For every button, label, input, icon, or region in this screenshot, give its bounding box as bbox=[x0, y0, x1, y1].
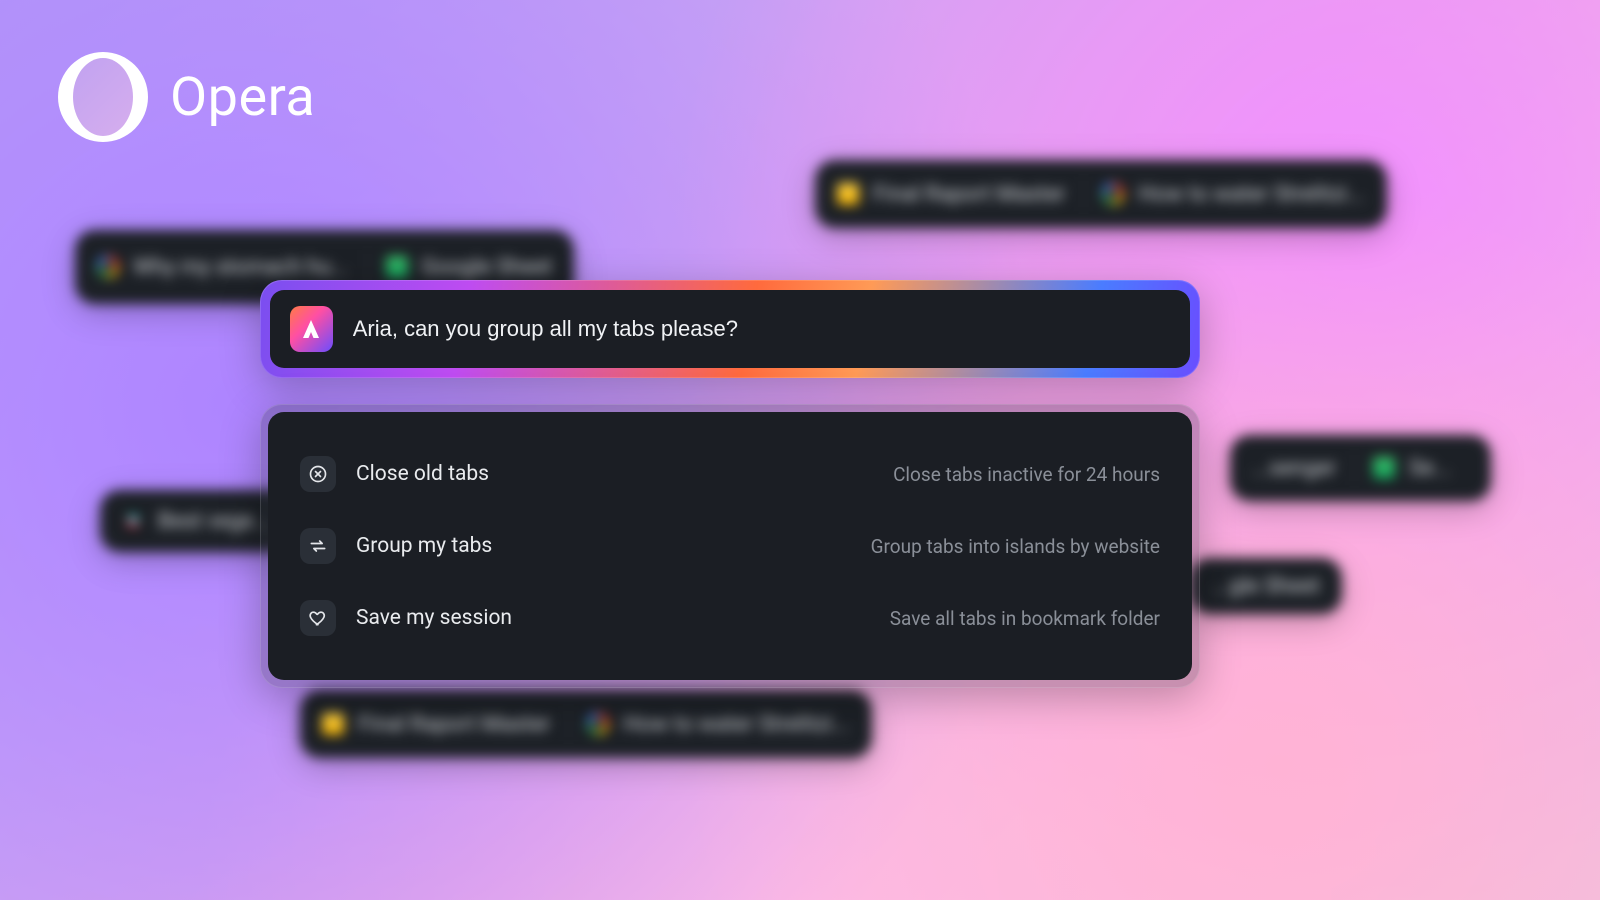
tiktok-icon bbox=[122, 510, 144, 532]
tab-title: Best vege... bbox=[158, 509, 271, 534]
google-icon bbox=[97, 256, 119, 278]
command-bar[interactable] bbox=[260, 280, 1200, 378]
suggestions-panel: Close old tabs Close tabs inactive for 2… bbox=[260, 404, 1200, 688]
google-sheet-icon bbox=[1373, 457, 1395, 479]
google-doc-icon bbox=[322, 713, 344, 735]
swap-icon bbox=[300, 528, 336, 564]
tab-group-bg: ...gle Sheet bbox=[1190, 558, 1342, 614]
opera-wordmark: Opera bbox=[170, 66, 315, 129]
aria-icon bbox=[290, 306, 333, 352]
tab-group-bg: ...senger Se... bbox=[1230, 435, 1491, 501]
tab-title: Final Raport Master bbox=[873, 182, 1065, 207]
suggestion-label: Save my session bbox=[356, 606, 512, 630]
tab-title: ...gle Sheet bbox=[1212, 574, 1320, 599]
heart-icon bbox=[300, 600, 336, 636]
opera-logo-icon bbox=[58, 52, 148, 142]
tab-group-bg: Final Raport Master How to water Strelit… bbox=[300, 690, 872, 758]
google-doc-icon bbox=[837, 183, 859, 205]
google-sheet-icon bbox=[386, 256, 408, 278]
tab-title: ...senger bbox=[1252, 456, 1336, 481]
suggestion-save-my-session[interactable]: Save my session Save all tabs in bookmar… bbox=[298, 584, 1162, 652]
tab-title: Google Sheet bbox=[422, 255, 553, 280]
tab-title: Why my stomach hu... bbox=[133, 255, 349, 280]
tab-title: Final Raport Master bbox=[358, 712, 550, 737]
tab-title: How to water Strelitzi... bbox=[1138, 182, 1364, 207]
suggestion-label: Group my tabs bbox=[356, 534, 492, 558]
tab-title: Se... bbox=[1409, 456, 1451, 481]
suggestion-description: Save all tabs in bookmark folder bbox=[890, 607, 1160, 630]
aria-command-modal: Close old tabs Close tabs inactive for 2… bbox=[260, 280, 1200, 688]
opera-brand: Opera bbox=[58, 52, 315, 142]
google-icon bbox=[1102, 183, 1124, 205]
suggestion-label: Close old tabs bbox=[356, 462, 489, 486]
google-icon bbox=[587, 713, 609, 735]
suggestion-group-my-tabs[interactable]: Group my tabs Group tabs into islands by… bbox=[298, 512, 1162, 580]
tab-group-bg: Final Raport Master How to water Strelit… bbox=[815, 160, 1387, 228]
suggestion-description: Group tabs into islands by website bbox=[871, 535, 1160, 558]
suggestion-close-old-tabs[interactable]: Close old tabs Close tabs inactive for 2… bbox=[298, 440, 1162, 508]
close-circle-icon bbox=[300, 456, 336, 492]
tab-title: How to water Strelitzi... bbox=[623, 712, 849, 737]
suggestion-description: Close tabs inactive for 24 hours bbox=[893, 463, 1160, 486]
aria-command-input[interactable] bbox=[353, 316, 1170, 342]
